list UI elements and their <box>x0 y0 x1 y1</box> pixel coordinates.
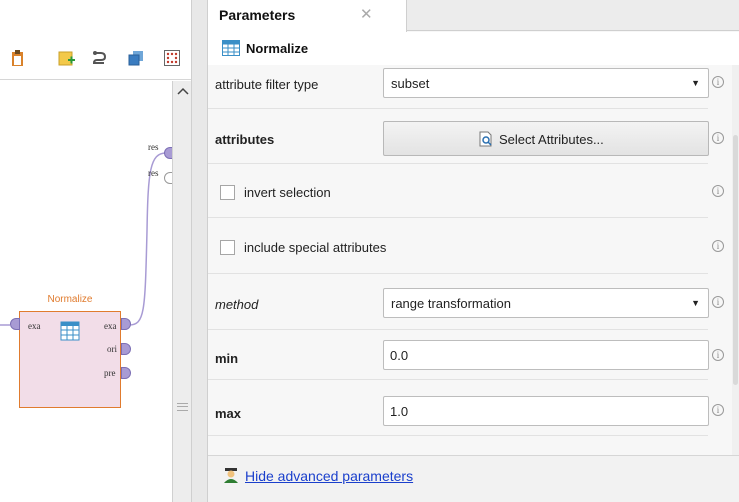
scrollbar-grip[interactable] <box>177 403 188 411</box>
process-canvas[interactable] <box>0 81 172 502</box>
process-view: res res Normalize exa exa ori pre <box>0 0 191 502</box>
clipboard-icon[interactable] <box>9 49 27 67</box>
tab-parameters[interactable]: Parameters ✕ <box>208 0 407 32</box>
operator-input-port[interactable] <box>10 318 20 330</box>
info-icon[interactable]: i <box>712 296 724 308</box>
param-label: attribute filter type <box>215 77 319 92</box>
include-special-attributes-checkbox[interactable] <box>220 240 235 255</box>
param-row-attributes: attributes Select Attributes... i <box>208 109 724 164</box>
output-port-label: pre <box>104 368 116 378</box>
min-field[interactable]: 0.0 <box>383 340 709 370</box>
wiring-icon[interactable] <box>92 49 110 67</box>
output-port-label: ori <box>107 344 117 354</box>
param-label: attributes <box>215 132 275 147</box>
parameters-panel: Parameters ✕ Normalize attribute filter … <box>208 0 739 502</box>
param-row-invert-selection: invert selection i <box>208 164 724 218</box>
process-output-port-label: res <box>148 168 159 178</box>
operator-normalize[interactable]: exa exa ori pre <box>19 311 121 408</box>
select-attributes-button[interactable]: Select Attributes... <box>383 121 709 156</box>
info-icon[interactable]: i <box>712 185 724 197</box>
param-row-attribute-filter-type: attribute filter type subset ▼ i <box>208 65 724 109</box>
connection-line <box>0 152 167 326</box>
hide-advanced-parameters-link[interactable]: Hide advanced parameters <box>245 468 413 484</box>
parameter-list: attribute filter type subset ▼ i attribu… <box>208 65 739 455</box>
panel-divider[interactable] <box>191 0 208 502</box>
chevron-down-icon: ▼ <box>691 78 700 88</box>
chevron-down-icon: ▼ <box>691 298 700 308</box>
select-value: subset <box>391 76 430 91</box>
tab-label: Parameters <box>219 7 296 23</box>
info-icon[interactable]: i <box>712 132 724 144</box>
table-icon <box>222 40 240 59</box>
info-icon[interactable]: i <box>712 240 724 252</box>
app-window: res res Normalize exa exa ori pre Parame… <box>0 0 739 502</box>
expert-user-icon <box>222 466 240 487</box>
scrollbar-thumb[interactable] <box>733 135 738 385</box>
method-select[interactable]: range transformation ▼ <box>383 288 709 318</box>
field-value: 1.0 <box>390 404 409 419</box>
checkbox-label: invert selection <box>244 185 331 200</box>
document-search-icon <box>479 131 493 150</box>
operator-title: Normalize <box>47 294 93 305</box>
field-value: 0.0 <box>390 348 409 363</box>
invert-selection-checkbox[interactable] <box>220 185 235 200</box>
param-row-max: max 1.0 i <box>208 380 724 436</box>
param-row-include-special-attributes: include special attributes i <box>208 218 724 274</box>
layers-icon[interactable] <box>127 49 145 67</box>
param-label: max <box>215 406 242 421</box>
parameters-footer: Hide advanced parameters <box>208 455 739 502</box>
max-field[interactable]: 1.0 <box>383 396 709 426</box>
param-row-min: min 0.0 i <box>208 330 724 380</box>
tab-bar: Parameters ✕ <box>208 0 739 32</box>
process-toolbar <box>0 0 191 80</box>
param-label: min <box>215 351 239 366</box>
attribute-filter-type-select[interactable]: subset ▼ <box>383 68 709 98</box>
output-port-label: exa <box>104 321 117 331</box>
info-icon[interactable]: i <box>712 349 724 361</box>
close-icon[interactable]: ✕ <box>360 5 373 23</box>
grid-arrange-icon[interactable] <box>163 49 181 67</box>
param-label: method <box>215 297 259 312</box>
select-value: range transformation <box>391 296 511 311</box>
info-icon[interactable]: i <box>712 404 724 416</box>
button-label: Select Attributes... <box>499 132 604 147</box>
checkbox-label: include special attributes <box>244 240 387 255</box>
canvas-scrollbar[interactable] <box>172 81 191 502</box>
process-output-port-label: res <box>148 142 159 152</box>
scroll-up-icon[interactable] <box>175 85 190 99</box>
new-building-block-icon[interactable] <box>58 49 76 67</box>
info-icon[interactable]: i <box>712 76 724 88</box>
parameters-scrollbar[interactable] <box>732 65 739 455</box>
operator-name: Normalize <box>246 41 309 56</box>
table-icon <box>60 321 80 344</box>
operator-header: Normalize <box>208 32 739 65</box>
param-row-method: method range transformation ▼ i <box>208 274 724 330</box>
input-port-label: exa <box>28 321 41 331</box>
